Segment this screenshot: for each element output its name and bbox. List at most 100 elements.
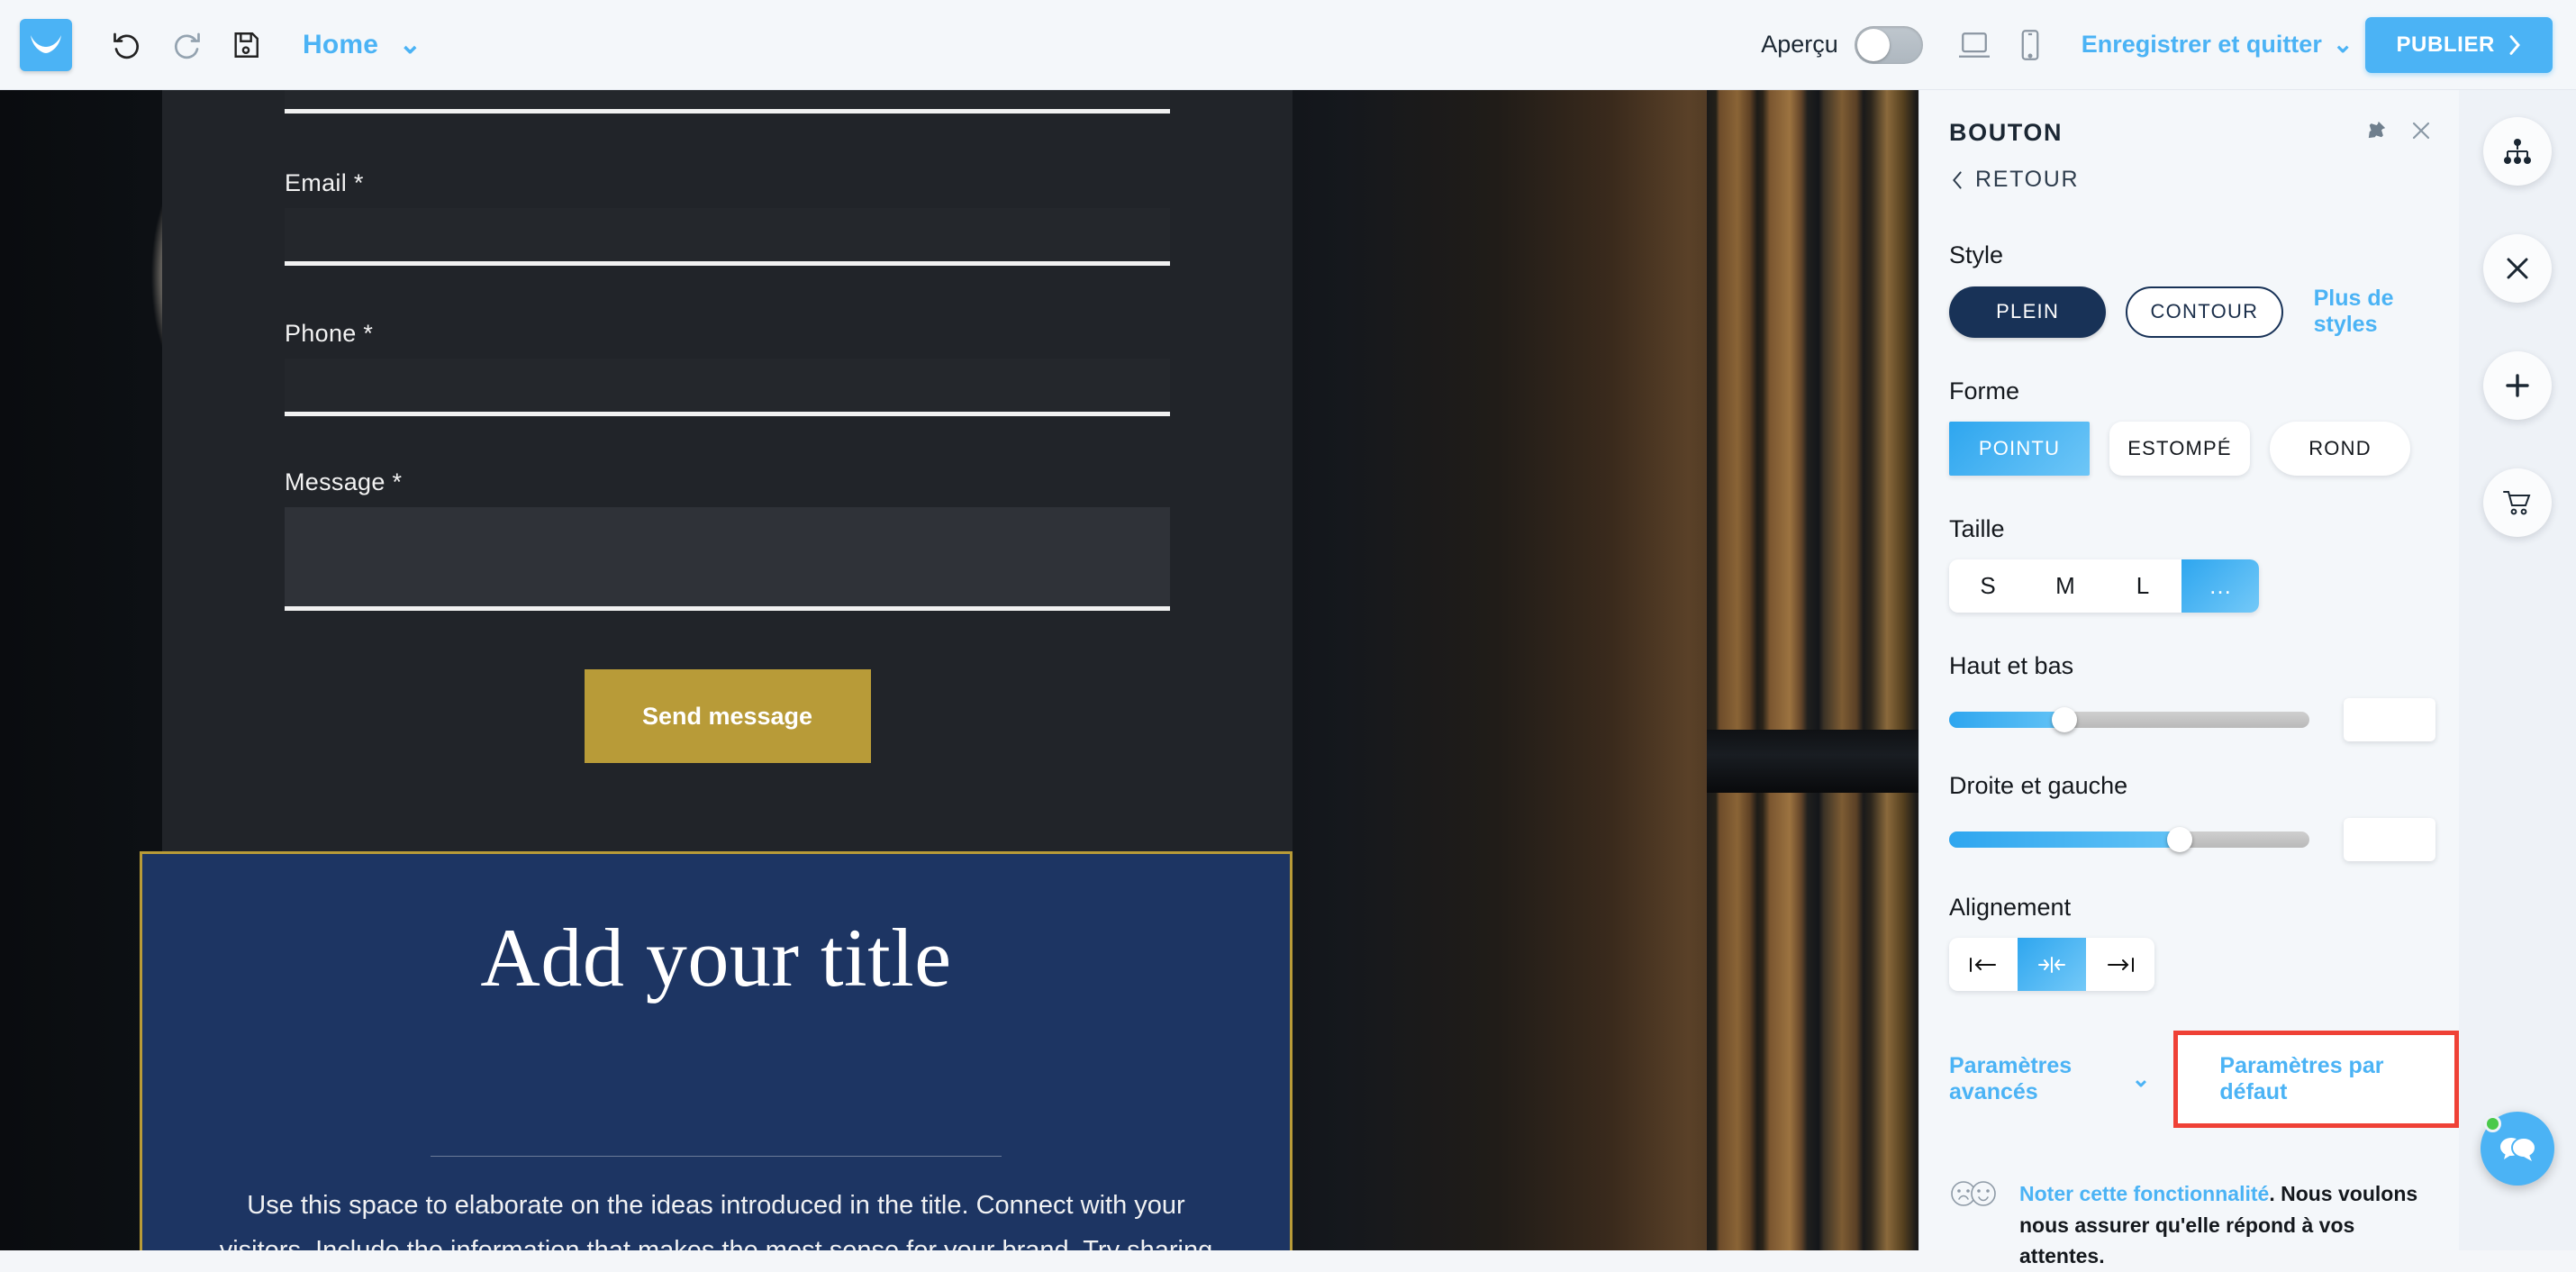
back-button[interactable]: RETOUR <box>1951 167 2459 193</box>
email-input[interactable] <box>285 208 1170 266</box>
save-and-exit-label: Enregistrer et quitter <box>2082 31 2322 59</box>
alignment-label: Alignement <box>1949 894 2459 922</box>
vertical-padding-section: Haut et bas <box>1949 652 2459 741</box>
slider-knob[interactable] <box>2052 707 2077 732</box>
rate-feature-link[interactable]: Noter cette fonctionnalité <box>2019 1182 2269 1205</box>
size-section: Taille S M L … <box>1949 515 2459 613</box>
mobile-device-icon[interactable] <box>2002 17 2058 73</box>
back-label: RETOUR <box>1975 167 2079 193</box>
sitemap-icon[interactable] <box>2483 117 2552 186</box>
vertical-padding-slider[interactable] <box>1949 712 2309 728</box>
style-option-label: CONTOUR <box>2150 300 2258 323</box>
panel-title: BOUTON <box>1949 119 2063 147</box>
redo-icon[interactable] <box>157 15 216 75</box>
align-right-icon[interactable] <box>2086 938 2154 991</box>
section-body-text: Use this space to elaborate on the ideas… <box>214 1183 1218 1250</box>
horizontal-padding-section: Droite et gauche <box>1949 772 2459 861</box>
desktop-device-icon[interactable] <box>1946 17 2002 73</box>
form-field-label: Message * <box>285 468 1170 496</box>
publish-label: PUBLIER <box>2396 32 2495 58</box>
size-option-m[interactable]: M <box>2027 559 2104 613</box>
horizontal-padding-label: Droite et gauche <box>1949 772 2459 800</box>
chevron-left-icon <box>1951 170 1964 190</box>
page-name: Home <box>303 30 378 59</box>
undo-icon[interactable] <box>97 15 157 75</box>
form-field-email: Email * <box>162 169 1293 266</box>
shape-option-label: ROND <box>2308 437 2372 460</box>
vertical-padding-value-input[interactable] <box>2344 698 2435 741</box>
send-message-button[interactable]: Send message <box>585 669 871 763</box>
shape-section: Forme POINTU ESTOMPÉ ROND <box>1949 377 2459 476</box>
alignment-section: Alignement <box>1949 894 2459 991</box>
shape-option-pointu[interactable]: POINTU <box>1949 422 2090 476</box>
feedback-prompt: Noter cette fonctionnalité. Nous voulons… <box>1949 1178 2419 1272</box>
shape-label: Forme <box>1949 377 2459 405</box>
send-message-label: Send message <box>642 703 812 731</box>
contact-form-panel: Email * Phone * Message * Send message <box>162 90 1293 865</box>
form-field-partial-input[interactable] <box>285 90 1170 114</box>
default-settings-label: Paramètres par défaut <box>2219 1053 2383 1104</box>
size-option-s[interactable]: S <box>1949 559 2027 613</box>
chat-bubbles-icon[interactable] <box>2481 1112 2554 1186</box>
right-tool-rail <box>2459 90 2576 1250</box>
shape-option-label: ESTOMPÉ <box>2127 437 2232 460</box>
pin-icon[interactable] <box>2367 120 2387 146</box>
style-section: Style PLEIN CONTOUR Plus de styles <box>1949 241 2459 338</box>
form-field-label: Email * <box>285 169 1170 197</box>
slider-knob[interactable] <box>2167 827 2192 852</box>
section-divider <box>431 1156 1002 1157</box>
style-label: Style <box>1949 241 2459 269</box>
message-textarea[interactable] <box>285 507 1170 611</box>
size-option-label: L <box>2136 572 2149 600</box>
chevron-down-icon: ⌄ <box>2333 31 2354 59</box>
form-field-message: Message * <box>162 468 1293 611</box>
plus-add-icon[interactable] <box>2483 351 2552 420</box>
close-icon[interactable] <box>2410 120 2432 146</box>
button-properties-panel: BOUTON RETOUR Style PLEIN CONTOUR Plus d… <box>1918 90 2459 1250</box>
envelope-logo-icon[interactable] <box>20 19 72 71</box>
slider-fill <box>1949 831 2180 848</box>
page-selector[interactable]: Home ⌄ <box>303 29 422 60</box>
advanced-settings-button[interactable]: Paramètres avancés ⌄ <box>1949 1053 2150 1105</box>
size-option-l[interactable]: L <box>2104 559 2181 613</box>
website-canvas[interactable]: Email * Phone * Message * Send message A… <box>0 90 1918 1250</box>
align-left-icon[interactable] <box>1949 938 2018 991</box>
shape-option-rond[interactable]: ROND <box>2270 422 2410 476</box>
rating-faces-icon <box>1949 1178 2000 1213</box>
slider-fill <box>1949 712 2064 728</box>
save-disk-icon[interactable] <box>216 15 276 75</box>
bookshelf-photo-detail <box>1707 90 1918 1250</box>
horizontal-padding-slider[interactable] <box>1949 831 2309 848</box>
online-status-indicator <box>2484 1115 2501 1132</box>
style-option-plein[interactable]: PLEIN <box>1949 286 2106 338</box>
design-pencil-icon[interactable] <box>2483 234 2552 303</box>
shape-option-estompe[interactable]: ESTOMPÉ <box>2109 422 2250 476</box>
alignment-segmented-control <box>1949 938 2154 991</box>
form-field-phone: Phone * <box>162 320 1293 416</box>
preview-label: Aperçu <box>1761 31 1838 59</box>
publish-button[interactable]: PUBLIER <box>2365 17 2553 73</box>
horizontal-padding-value-input[interactable] <box>2344 818 2435 861</box>
align-center-icon[interactable] <box>2018 938 2086 991</box>
shopping-cart-icon[interactable] <box>2483 468 2552 537</box>
default-settings-button[interactable]: Paramètres par défaut <box>2173 1031 2459 1128</box>
shape-option-label: POINTU <box>1979 437 2060 460</box>
toggle-knob <box>1857 29 1890 61</box>
phone-input[interactable] <box>285 359 1170 416</box>
size-option-custom[interactable]: … <box>2181 559 2259 613</box>
panel-header: BOUTON <box>1919 90 2459 147</box>
style-option-label: PLEIN <box>1996 300 2059 323</box>
title-section[interactable]: Add your title Use this space to elabora… <box>140 851 1293 1250</box>
top-toolbar-right: Aperçu Enregistrer et quitter ⌄ PUBLIER <box>1761 17 2576 73</box>
preview-toggle[interactable] <box>1855 26 1923 64</box>
size-option-label: S <box>1980 572 1995 600</box>
size-label: Taille <box>1949 515 2459 543</box>
form-field-label: Phone * <box>285 320 1170 348</box>
size-segmented-control: S M L … <box>1949 559 2259 613</box>
save-and-exit-button[interactable]: Enregistrer et quitter ⌄ <box>2082 31 2354 59</box>
section-title: Add your title <box>142 910 1290 1005</box>
chevron-right-icon <box>2508 34 2522 56</box>
advanced-settings-label: Paramètres avancés <box>1949 1053 2120 1105</box>
more-styles-link[interactable]: Plus de styles <box>2314 286 2459 338</box>
style-option-contour[interactable]: CONTOUR <box>2126 286 2282 338</box>
